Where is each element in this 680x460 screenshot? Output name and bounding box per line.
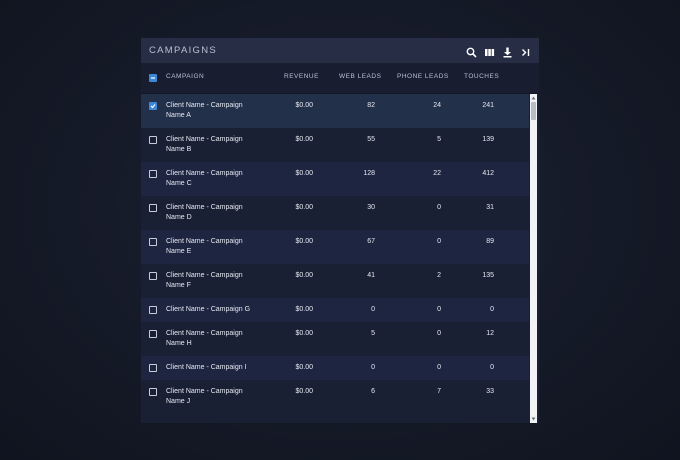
campaign-name-line2: Name C — [166, 180, 192, 187]
cell-touches: 31 — [486, 204, 494, 211]
table-row[interactable]: Client Name - Campaign Name B $0.00 55 5 139 — [141, 128, 529, 162]
cell-web: 67 — [367, 238, 375, 245]
cell-web: 30 — [367, 204, 375, 211]
row-checkbox[interactable] — [149, 102, 157, 110]
cell-phone: 0 — [437, 204, 441, 211]
cell-touches: 135 — [482, 272, 494, 279]
header-campaign[interactable]: CAMPAIGN — [166, 73, 204, 80]
campaign-name-line2: Name F — [166, 282, 191, 289]
table-row[interactable]: Client Name - Campaign Name A $0.00 82 24 241 — [141, 94, 529, 128]
cell-touches: 241 — [482, 102, 494, 109]
cell-revenue: $0.00 — [295, 388, 313, 395]
table-row[interactable]: Client Name - Campaign I $0.00 0 0 0 — [141, 356, 529, 380]
header-touches[interactable]: TOUCHES — [464, 73, 499, 80]
cell-web: 5 — [371, 330, 375, 337]
cell-revenue: $0.00 — [295, 102, 313, 109]
header-revenue[interactable]: REVENUE — [284, 73, 319, 80]
cell-revenue: $0.00 — [295, 272, 313, 279]
cell-touches: 0 — [490, 306, 494, 313]
table-row[interactable]: Client Name - Campaign Name C $0.00 128 22 41… — [141, 162, 529, 196]
table-row[interactable]: Client Name - Campaign Name D $0.00 30 0 31 — [141, 196, 529, 230]
header-phone-leads[interactable]: PHONE LEADS — [397, 73, 449, 80]
cell-phone: 0 — [437, 330, 441, 337]
cell-web: 41 — [367, 272, 375, 279]
panel-title: CAMPAIGNS — [149, 45, 218, 56]
cell-phone: 5 — [437, 136, 441, 143]
row-checkbox[interactable] — [149, 388, 157, 396]
cell-phone: 2 — [437, 272, 441, 279]
row-checkbox[interactable] — [149, 306, 157, 314]
panel-titlebar: CAMPAIGNS — [141, 38, 539, 63]
cell-touches: 0 — [490, 364, 494, 371]
row-checkbox[interactable] — [149, 330, 157, 338]
download-icon[interactable] — [502, 45, 513, 58]
cell-touches: 139 — [482, 136, 494, 143]
cell-phone: 0 — [437, 238, 441, 245]
cell-revenue: $0.00 — [295, 306, 313, 313]
cell-revenue: $0.00 — [295, 170, 313, 177]
row-checkbox[interactable] — [149, 238, 157, 246]
cell-revenue: $0.00 — [295, 330, 313, 337]
row-checkbox[interactable] — [149, 204, 157, 212]
cell-phone: 0 — [437, 306, 441, 313]
cell-touches: 12 — [486, 330, 494, 337]
cell-web: 82 — [367, 102, 375, 109]
cell-web: 128 — [363, 170, 375, 177]
row-checkbox[interactable] — [149, 272, 157, 280]
table-row[interactable]: Client Name - Campaign Name H $0.00 5 0 12 — [141, 322, 529, 356]
cell-revenue: $0.00 — [295, 238, 313, 245]
cell-phone: 7 — [437, 388, 441, 395]
table-body: Client Name - Campaign Name A $0.00 82 24 241… — [141, 94, 529, 423]
campaign-name-line2: Name J — [166, 398, 191, 405]
cell-touches: 412 — [482, 170, 494, 177]
search-icon[interactable] — [466, 45, 477, 58]
campaign-name-line2: Name E — [166, 248, 192, 255]
campaign-name-line2: Name H — [166, 340, 192, 347]
row-checkbox[interactable] — [149, 136, 157, 144]
header-web-leads[interactable]: WEB LEADS — [339, 73, 381, 80]
cell-web: 55 — [367, 136, 375, 143]
scrollbar-thumb[interactable] — [531, 102, 536, 120]
campaigns-panel: CAMPAIGNS CAMPAIGN REVENUE WEB LEADS PHO… — [141, 38, 539, 423]
toolbar — [466, 45, 531, 58]
cell-revenue: $0.00 — [295, 136, 313, 143]
table-row[interactable]: Client Name - Campaign G $0.00 0 0 0 — [141, 298, 529, 322]
table-header: CAMPAIGN REVENUE WEB LEADS PHONE LEADS T… — [141, 63, 539, 94]
cell-web: 0 — [371, 364, 375, 371]
cell-phone: 22 — [433, 170, 441, 177]
table-row[interactable]: Client Name - Campaign Name E $0.00 67 0 89 — [141, 230, 529, 264]
cell-revenue: $0.00 — [295, 204, 313, 211]
cell-phone: 24 — [433, 102, 441, 109]
campaign-name-line2: Name B — [166, 146, 192, 153]
select-all-checkbox[interactable] — [149, 74, 157, 82]
table-row[interactable]: Client Name - Campaign Name J $0.00 6 7 33 — [141, 380, 529, 414]
cell-touches: 89 — [486, 238, 494, 245]
scroll-down-icon — [531, 417, 536, 421]
scrollbar[interactable] — [530, 94, 537, 423]
row-checkbox[interactable] — [149, 364, 157, 372]
cell-web: 6 — [371, 388, 375, 395]
collapse-icon[interactable] — [520, 45, 531, 56]
campaign-name-line2: Name A — [166, 112, 191, 119]
row-checkbox[interactable] — [149, 170, 157, 178]
scroll-up-icon — [531, 96, 536, 100]
campaign-name-line2: Name D — [166, 214, 192, 221]
cell-web: 0 — [371, 306, 375, 313]
cell-touches: 33 — [486, 388, 494, 395]
columns-icon[interactable] — [484, 45, 495, 56]
cell-phone: 0 — [437, 364, 441, 371]
cell-revenue: $0.00 — [295, 364, 313, 371]
table-row[interactable]: Client Name - Campaign Name F $0.00 41 2 135 — [141, 264, 529, 298]
